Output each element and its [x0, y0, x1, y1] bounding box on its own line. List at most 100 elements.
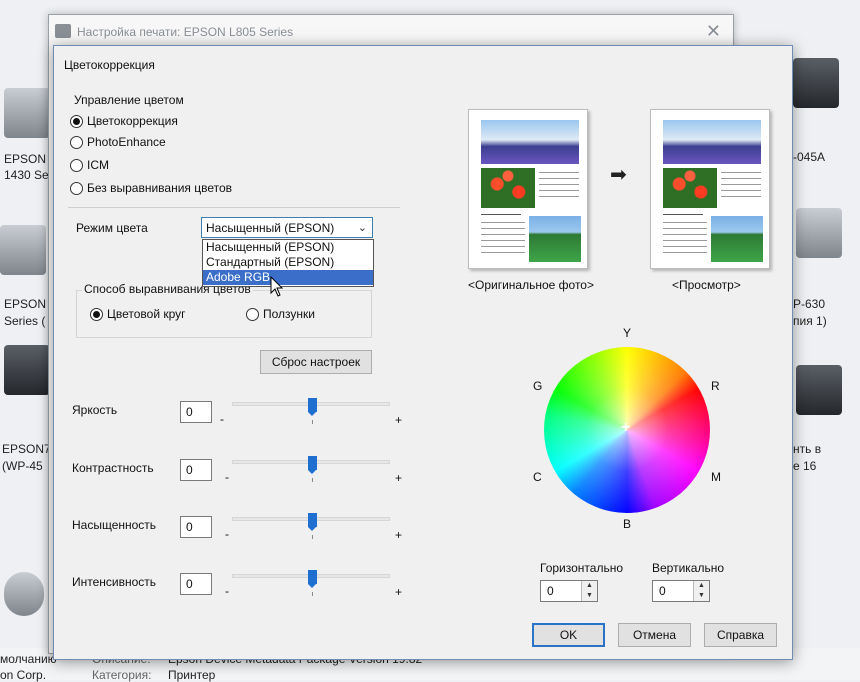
wheel-label-g: G [533, 379, 543, 393]
dropdown-option[interactable]: Стандартный (EPSON) [203, 255, 373, 270]
printer-icon [0, 225, 46, 275]
dropdown-option[interactable]: Насыщенный (EPSON) [203, 240, 373, 255]
radio-label: Цветовой круг [107, 307, 186, 321]
radio-label: Цветокоррекция [87, 114, 178, 128]
plus-sign: + [395, 413, 403, 427]
spin-buttons[interactable]: ▲ ▼ [693, 581, 709, 601]
horizontal-spinbox[interactable]: 0 ▲ ▼ [540, 580, 598, 602]
intensity-input[interactable]: 0 [180, 573, 212, 595]
slider-label: Интенсивность [72, 575, 157, 589]
crosshair-icon[interactable]: + [621, 419, 630, 437]
slider-tick [312, 592, 313, 596]
radio-color-correction[interactable]: Цветокоррекция [70, 114, 178, 128]
slider-tick [312, 420, 313, 424]
preview-thumbnail [650, 109, 770, 269]
horizontal-label: Горизонтально [540, 561, 624, 575]
original-photo-caption: <Оригинальное фото> [468, 278, 594, 292]
radio-sliders[interactable]: Ползунки [246, 307, 315, 321]
slider-tick [312, 478, 313, 482]
minus-sign: - [220, 412, 224, 426]
radio-no-color-adjust[interactable]: Без выравнивания цветов [70, 181, 232, 195]
minus-sign: - [225, 584, 229, 598]
saturation-input[interactable]: 0 [180, 516, 212, 538]
bg-device-label: -045A [793, 150, 826, 164]
radio-indicator [70, 135, 83, 149]
minus-sign: - [225, 527, 229, 541]
plus-sign: + [395, 471, 403, 485]
original-photo-thumbnail [468, 109, 588, 269]
bg-device-label: пия 1) [793, 314, 827, 328]
wheel-label-b: B [623, 517, 632, 531]
radio-icm[interactable]: ICM [70, 158, 109, 172]
select-value: Насыщенный (EPSON) [206, 220, 335, 235]
brightness-slider-thumb[interactable] [308, 398, 317, 416]
radio-color-circle[interactable]: Цветовой круг [90, 307, 186, 321]
slider-label: Яркость [72, 403, 118, 417]
contrast-slider-thumb[interactable] [308, 456, 317, 474]
contrast-input[interactable]: 0 [180, 459, 212, 481]
printer-icon [796, 208, 842, 258]
wheel-label-m: M [711, 470, 721, 484]
slider-label: Контрастность [72, 461, 154, 475]
radio-indicator [90, 307, 103, 321]
horizontal-value: 0 [547, 584, 554, 598]
ok-button[interactable]: OK [532, 623, 605, 647]
saturation-slider-thumb[interactable] [308, 513, 317, 531]
plus-sign: + [395, 585, 403, 599]
vertical-label: Вертикально [652, 561, 725, 575]
help-button[interactable]: Справка [704, 623, 777, 647]
bg-details-text: молчанию [0, 652, 57, 666]
bg-device-label: е 16 [793, 459, 817, 473]
bg-device-label: 1430 Se [4, 168, 49, 182]
spin-buttons[interactable]: ▲ ▼ [581, 581, 597, 601]
bg-device-label: Series ( [4, 314, 46, 328]
arrow-right-icon: ➡ [610, 164, 627, 186]
color-mode-dropdown: Насыщенный (EPSON) Стандартный (EPSON) A… [202, 239, 374, 287]
bg-device-label: P-630 [793, 297, 826, 311]
radio-label: ICM [87, 158, 109, 172]
slider-label: Насыщенность [72, 518, 157, 532]
radio-indicator [246, 307, 259, 321]
radio-indicator [70, 181, 83, 195]
dialog-title: Цветокоррекция [64, 58, 155, 72]
bg-device-label: EPSON [4, 297, 47, 311]
radio-indicator [70, 158, 83, 172]
printer-icon [4, 345, 50, 395]
minus-sign: - [225, 470, 229, 484]
dropdown-option-highlighted[interactable]: Adobe RGB [203, 270, 373, 285]
bg-device-label: нть в [793, 442, 822, 456]
plus-sign: + [395, 528, 403, 542]
brightness-input[interactable]: 0 [180, 401, 212, 423]
preview-caption: <Просмотр> [672, 278, 741, 292]
bg-device-label: EPSON [4, 152, 47, 166]
color-management-legend: Управление цветом [72, 93, 186, 107]
printer-icon [4, 88, 50, 138]
cancel-button[interactable]: Отмена [618, 623, 691, 647]
printer-icon [55, 24, 71, 38]
printer-icon [796, 365, 842, 415]
radio-indicator [70, 114, 83, 128]
slider-tick [312, 535, 313, 539]
radio-label: PhotoEnhance [87, 135, 166, 149]
color-correction-dialog: Цветокоррекция Управление цветом Цветоко… [53, 45, 793, 660]
printer-icon [793, 58, 839, 108]
close-icon[interactable]: ✕ [706, 21, 721, 42]
bg-device-label: (WP-45 [2, 459, 43, 473]
chevron-down-icon: ⌄ [357, 222, 367, 234]
wheel-label-c: C [533, 470, 542, 484]
radio-label: Ползунки [263, 307, 315, 321]
vertical-value: 0 [659, 584, 666, 598]
window-title: Настройка печати: EPSON L805 Series [77, 25, 294, 39]
wheel-label-r: R [711, 379, 720, 393]
reset-settings-button[interactable]: Сброс настроек [260, 350, 372, 374]
color-mode-select[interactable]: Насыщенный (EPSON) ⌄ [201, 217, 373, 238]
bg-device-label: EPSON7 [2, 442, 51, 456]
vertical-spinbox[interactable]: 0 ▲ ▼ [652, 580, 710, 602]
radio-photoenhance[interactable]: PhotoEnhance [70, 135, 166, 149]
separator [68, 207, 400, 208]
intensity-slider-thumb[interactable] [308, 570, 317, 588]
mouse-icon [4, 572, 44, 616]
wheel-label-y: Y [623, 326, 632, 340]
radio-label: Без выравнивания цветов [87, 181, 233, 195]
color-mode-label: Режим цвета [76, 221, 148, 235]
